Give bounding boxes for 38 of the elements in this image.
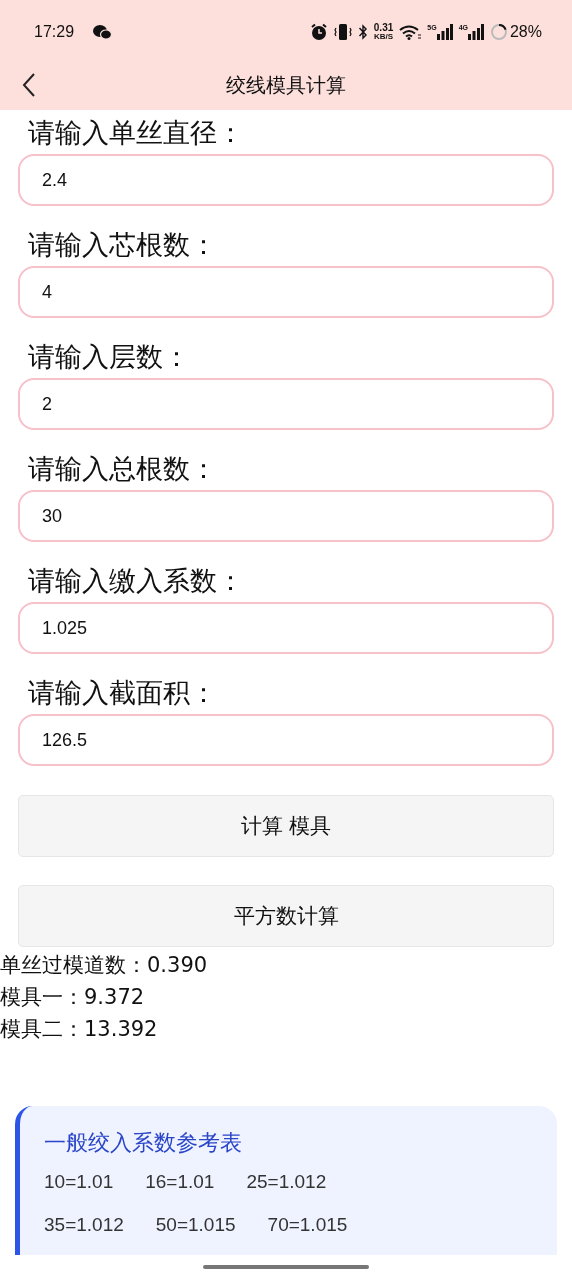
result-text: 模具一：9.372	[0, 984, 146, 1011]
field-label: 请输入总根数：	[27, 452, 218, 486]
coefficient-text: 50=1.015	[155, 1213, 236, 1237]
coefficient-text: 10=1.01	[44, 1170, 114, 1194]
page-title: 绞线模具计算	[226, 71, 346, 99]
field-label: 请输入截面积：	[27, 676, 218, 710]
signal-bars-icon	[467, 24, 484, 40]
coefficient-text: 25=1.012	[246, 1170, 327, 1194]
action-button[interactable]: 平方数计算	[18, 885, 554, 947]
chat-bubbles-icon	[92, 24, 113, 40]
field-label: 请输入芯根数：	[27, 228, 218, 262]
input-field[interactable]: 30	[18, 490, 554, 542]
signal-bars-icon	[436, 24, 453, 40]
field-label: 请输入缴入系数：	[27, 564, 245, 598]
coefficient-text: 70=1.015	[267, 1213, 348, 1237]
result-text: 模具二：13.392	[0, 1016, 159, 1043]
bluetooth-icon	[357, 23, 368, 41]
field-label: 请输入层数：	[27, 340, 191, 374]
battery-ring-icon	[489, 23, 508, 41]
input-field[interactable]: 4	[18, 266, 554, 318]
alarm-clock-icon	[309, 23, 328, 41]
network-speed: 0.31	[373, 23, 394, 33]
input-field[interactable]: 2	[18, 378, 554, 430]
clock-time: 17:29	[34, 23, 75, 41]
coefficient-text: 35=1.012	[44, 1213, 124, 1237]
action-button[interactable]: 计算 模具	[18, 795, 554, 857]
field-label: 请输入单丝直径：	[27, 116, 245, 150]
input-field[interactable]: 1.025	[18, 602, 554, 654]
coefficient-text: 16=1.01	[145, 1170, 215, 1194]
input-field[interactable]: 2.4	[18, 154, 554, 206]
speed-unit: KB/S	[374, 33, 394, 41]
battery-percent: 28%	[509, 23, 542, 41]
back-icon[interactable]	[22, 72, 36, 98]
vibrate-icon	[333, 23, 352, 41]
wifi-icon	[399, 24, 422, 40]
card-title: 一般绞入系数参考表	[44, 1129, 243, 1157]
result-text: 单丝过模道数：0.390	[0, 952, 209, 979]
input-field[interactable]: 126.5	[18, 714, 554, 766]
